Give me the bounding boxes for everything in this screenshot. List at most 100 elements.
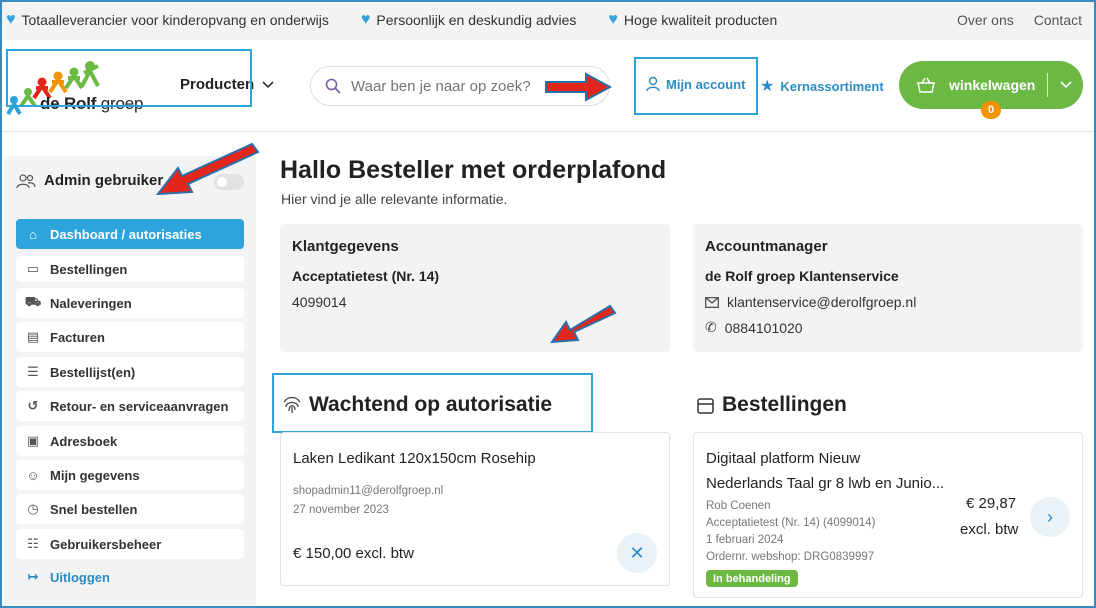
page-title: Hallo Besteller met orderplafond <box>280 156 667 184</box>
star-icon: ★ <box>760 78 775 95</box>
sidebar-item-label: Snel bestellen <box>50 501 138 517</box>
account-sidebar: Admin gebruiker ⌂ Dashboard / autorisatie… <box>4 156 256 608</box>
order-line2: Nederlands Taal gr 8 lwb en Junio... <box>706 475 945 492</box>
usp-text: Persoonlijk en deskundig advies <box>376 12 577 28</box>
authorization-card[interactable]: Laken Ledikant 120x150cm Rosehip shopadm… <box>280 432 670 586</box>
order-date: 1 februari 2024 <box>706 534 784 546</box>
accountmanager-card: Accountmanager de Rolf groep Klantenserv… <box>693 224 1083 352</box>
reject-button[interactable]: ✕ <box>617 533 657 573</box>
customer-name: Acceptatietest (Nr. 14) <box>292 268 440 284</box>
user-icon: ☺ <box>26 467 40 483</box>
chevron-right-icon: › <box>1047 506 1053 527</box>
page-subtitle: Hier vind je alle relevante informatie. <box>281 191 508 207</box>
truck-icon: ⛟ <box>24 294 42 309</box>
sidebar-item-label: Gebruikersbeheer <box>50 536 162 552</box>
user-icon <box>646 76 660 92</box>
over-ons-link[interactable]: Over ons <box>957 12 1014 28</box>
sidebar-item-retour[interactable]: ↺ Retour- en serviceaanvragen <box>16 391 244 421</box>
kernassortiment-label: Kernassortiment <box>780 78 884 94</box>
sidebar-item-dashboard[interactable]: ⌂ Dashboard / autorisaties <box>16 219 244 249</box>
accountmanager-phone-row[interactable]: ✆ 0884101020 <box>705 319 803 336</box>
order-price-note: excl. btw <box>960 521 1019 538</box>
top-links: Over ons Contact <box>957 12 1082 28</box>
sidebar-item-label: Adresboek <box>50 433 118 449</box>
accountmanager-name: de Rolf groep Klantenservice <box>705 268 899 284</box>
invoice-icon: ▤ <box>26 329 40 344</box>
chevron-down-icon[interactable] <box>1060 81 1072 89</box>
wachtend-heading-text: Wachtend op autorisatie <box>309 393 553 416</box>
users-icon: ☷ <box>27 536 39 551</box>
close-icon: ✕ <box>629 542 645 563</box>
calendar-icon <box>697 397 714 414</box>
sidebar-item-bestellijsten[interactable]: ☰ Bestellijst(en) <box>16 357 244 387</box>
home-icon: ⌂ <box>29 226 37 242</box>
highlight-box-dashboard <box>6 49 252 107</box>
bestellingen-heading-text: Bestellingen <box>722 393 847 416</box>
order-detail-button[interactable]: › <box>1030 497 1070 537</box>
annotation-arrow-icon <box>549 304 617 344</box>
heart-icon: ♥ <box>6 11 16 28</box>
usp-text: Totaalleverancier voor kinderopvang en o… <box>21 12 329 28</box>
accountmanager-email: klantenservice@derolfgroep.nl <box>727 294 917 310</box>
cart-count-badge: 0 <box>981 101 1001 119</box>
sidebar-item-adresboek[interactable]: ▣ Adresboek <box>16 426 244 456</box>
order-price: € 29,87 <box>966 495 1017 512</box>
usp-item: ♥ Hoge kwaliteit producten <box>608 11 777 29</box>
authorization-date: 27 november 2023 <box>293 504 389 516</box>
fingerprint-icon <box>283 396 301 413</box>
sidebar-item-label: Retour- en serviceaanvragen <box>50 398 229 414</box>
account-link[interactable]: Mijn account <box>646 76 745 92</box>
status-badge: In behandeling <box>706 570 798 587</box>
annotation-arrow-icon <box>545 72 613 102</box>
sidebar-item-naleveringen[interactable]: ⛟ Naleveringen <box>16 288 244 318</box>
mail-icon <box>705 296 719 308</box>
cart-label: winkelwagen <box>949 77 1036 93</box>
customer-number: 4099014 <box>292 294 347 310</box>
sidebar-item-label: Mijn gegevens <box>50 467 140 483</box>
usp-item: ♥ Persoonlijk en deskundig advies <box>361 11 577 29</box>
logout-icon: ↦ <box>27 569 39 584</box>
basket-icon <box>917 77 935 93</box>
sidebar-item-label: Bestellijst(en) <box>50 364 136 380</box>
accountmanager-email-row[interactable]: klantenservice@derolfgroep.nl <box>705 294 916 310</box>
wachtend-heading: Wachtend op autorisatie <box>283 393 552 417</box>
sidebar-item-label: Facturen <box>50 329 105 345</box>
account-label: Mijn account <box>666 76 746 92</box>
top-bar: ♥ Totaalleverancier voor kinderopvang en … <box>0 0 1096 40</box>
order-line1: Digitaal platform Nieuw <box>706 450 861 467</box>
stopwatch-icon: ◷ <box>27 501 39 516</box>
sidebar-item-bestellingen[interactable]: ▭ Bestellingen <box>16 256 244 282</box>
phone-icon: ✆ <box>705 319 717 335</box>
order-person: Rob Coenen <box>706 500 771 512</box>
sidebar-item-snel-bestellen[interactable]: ◷ Snel bestellen <box>16 494 244 524</box>
admin-toggle-label: Admin gebruiker <box>16 172 163 189</box>
bestellingen-heading: Bestellingen <box>697 393 847 417</box>
return-icon: ↺ <box>27 398 39 413</box>
sidebar-item-label: Naleveringen <box>50 295 132 311</box>
kernassortiment-link[interactable]: ★ Kernassortiment <box>760 76 884 96</box>
authorization-price: € 150,00 excl. btw <box>293 545 414 562</box>
authorization-product: Laken Ledikant 120x150cm Rosehip <box>293 450 536 467</box>
order-card[interactable]: Digitaal platform Nieuw Nederlands Taal … <box>693 432 1083 598</box>
order-number: Ordernr. webshop: DRG0839997 <box>706 551 875 563</box>
sidebar-item-label: Bestellingen <box>50 261 128 277</box>
search-input[interactable] <box>351 77 571 95</box>
sidebar-item-label: Uitloggen <box>50 569 110 585</box>
order-company: Acceptatietest (Nr. 14) (4099014) <box>706 517 876 529</box>
calendar-icon: ▭ <box>26 261 40 276</box>
cart-divider <box>1047 73 1049 97</box>
list-icon: ☰ <box>27 364 39 379</box>
users-icon <box>16 173 36 188</box>
usp-text: Hoge kwaliteit producten <box>623 12 778 28</box>
contact-link[interactable]: Contact <box>1034 12 1082 28</box>
addressbook-icon: ▣ <box>26 433 40 448</box>
sidebar-item-gebruikersbeheer[interactable]: ☷ Gebruikersbeheer <box>16 529 244 559</box>
accountmanager-phone: 0884101020 <box>724 319 803 336</box>
customer-heading: Klantgegevens <box>292 238 399 255</box>
heart-icon: ♥ <box>608 11 618 28</box>
sidebar-item-facturen[interactable]: ▤ Facturen <box>16 322 244 352</box>
heart-icon: ♥ <box>360 11 371 28</box>
sidebar-item-mijn-gegevens[interactable]: ☺ Mijn gegevens <box>16 460 244 490</box>
chevron-down-icon <box>262 80 274 88</box>
sidebar-item-logout[interactable]: ↦ Uitloggen <box>16 562 244 592</box>
